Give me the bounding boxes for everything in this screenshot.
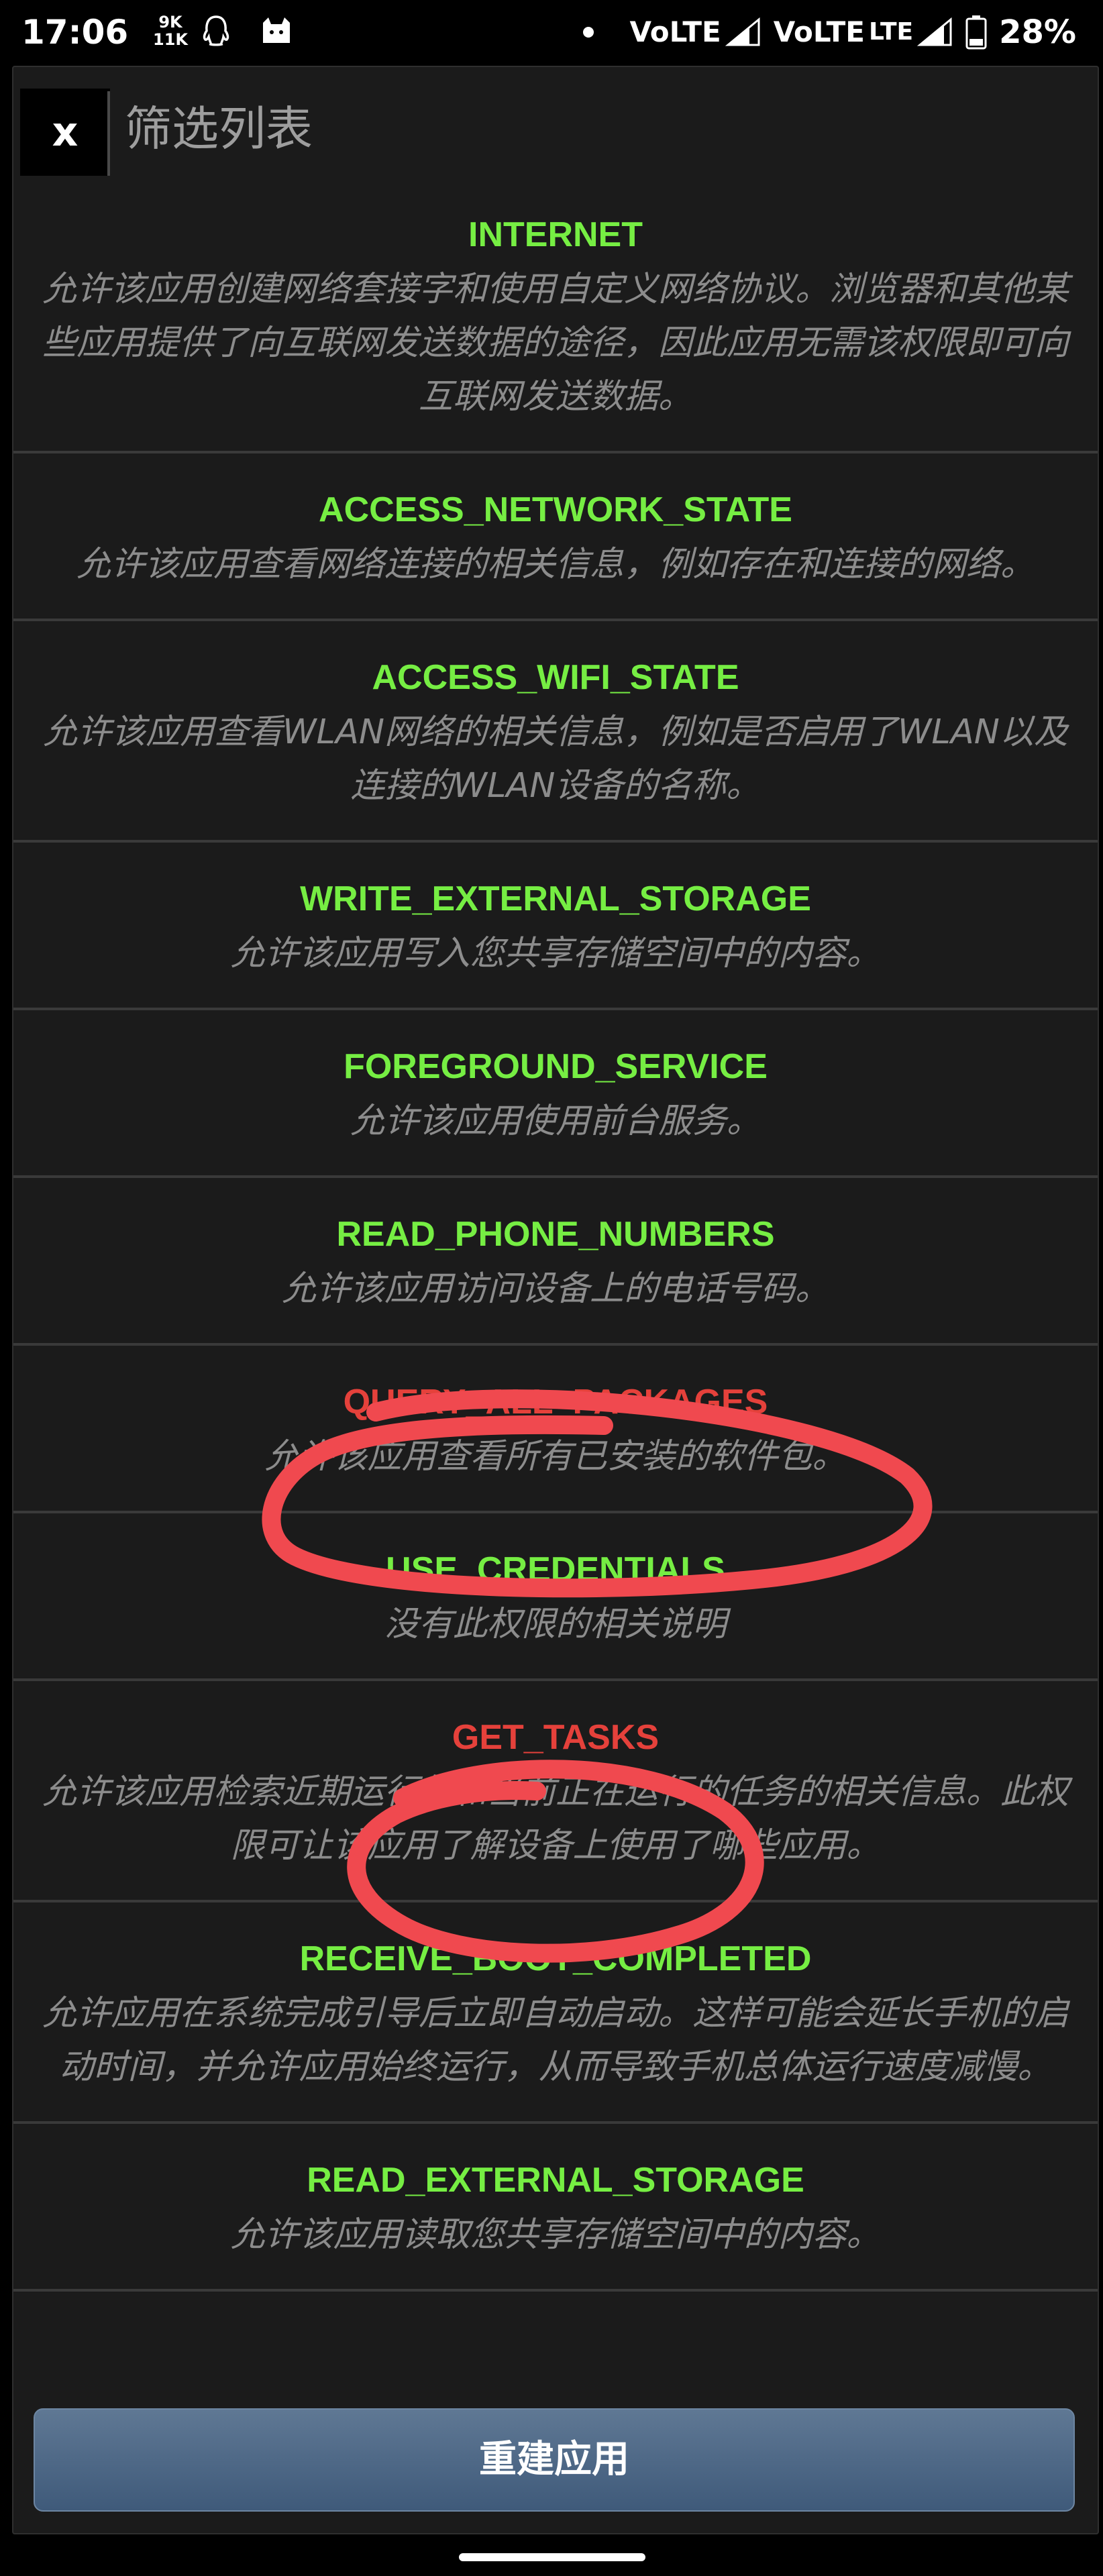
sim1-signal-icon	[725, 17, 760, 46]
battery-icon	[965, 15, 987, 50]
permission-name: INTERNET	[468, 215, 643, 254]
permission-description: 允许该应用访问设备上的电话号码。	[281, 1269, 829, 1309]
permission-description: 允许应用在系统完成引导后立即自动启动。这样可能会延长手机的启动时间，并允许应用始…	[42, 1994, 1069, 2087]
permission-description: 允许该应用使用前台服务。	[350, 1102, 761, 1141]
permission-item[interactable]: WRITE_EXTERNAL_STORAGE 允许该应用写入您共享存储空间中的内…	[13, 843, 1098, 1010]
network-speed-top: 9K	[158, 13, 182, 32]
permission-item[interactable]: ACCESS_NETWORK_STATE 允许该应用查看网络连接的相关信息，例如…	[13, 453, 1098, 621]
sim2-volte-label: VoLTE	[773, 15, 865, 48]
notification-dot	[582, 27, 594, 38]
home-indicator[interactable]	[459, 2553, 645, 2561]
cat-app-notification-icon	[263, 17, 290, 43]
battery-percentage: 28%	[999, 13, 1076, 51]
permission-item[interactable]: RECEIVE_BOOT_COMPLETED 允许应用在系统完成引导后立即自动启…	[13, 1902, 1098, 2124]
network-speed-bottom: 11K	[153, 30, 188, 49]
sim2-signal-icon	[917, 17, 952, 46]
qq-notification-icon	[203, 15, 229, 46]
close-label: x	[52, 109, 78, 156]
filter-list-dialog: x 筛选列表 INTERNET 允许该应用创建网络套接字和使用自定义网络协议。浏…	[12, 66, 1099, 2534]
permission-description: 允许该应用读取您共享存储空间中的内容。	[230, 2215, 881, 2255]
status-bar: 17:06 9K 11K VoLTE VoLTE LTE 28%	[0, 0, 1103, 64]
permission-item[interactable]: READ_PHONE_NUMBERS 允许该应用访问设备上的电话号码。	[13, 1178, 1098, 1346]
permission-name: WRITE_EXTERNAL_STORAGE	[300, 879, 811, 918]
permission-name: RECEIVE_BOOT_COMPLETED	[299, 1939, 812, 1978]
permission-item[interactable]: FOREGROUND_SERVICE 允许该应用使用前台服务。	[13, 1010, 1098, 1178]
permission-name-highlighted: GET_TASKS	[452, 1718, 660, 1757]
permission-list[interactable]: INTERNET 允许该应用创建网络套接字和使用自定义网络协议。浏览器和其他某些…	[13, 178, 1098, 2408]
permission-name-highlighted: QUERY_ALL_PACKAGES	[343, 1383, 768, 1421]
permission-item[interactable]: ACCESS_WIFI_STATE 允许该应用查看WLAN网络的相关信息，例如是…	[13, 621, 1098, 843]
status-right-group: VoLTE VoLTE LTE 28%	[582, 9, 1076, 55]
permission-description: 允许该应用查看所有已安装的软件包。	[264, 1437, 847, 1477]
permission-description: 允许该应用写入您共享存储空间中的内容。	[230, 934, 881, 973]
sim1-volte-label: VoLTE	[629, 15, 721, 48]
permission-name: ACCESS_NETWORK_STATE	[319, 490, 792, 529]
permission-item[interactable]: INTERNET 允许该应用创建网络套接字和使用自定义网络协议。浏览器和其他某些…	[13, 178, 1098, 453]
permission-item-highlighted[interactable]: GET_TASKS 允许该应用检索近期运行的和当前正在运行的任务的相关信息。此权…	[13, 1681, 1098, 1902]
network-type-label: LTE	[868, 18, 914, 46]
permission-description: 允许该应用查看网络连接的相关信息，例如存在和连接的网络。	[76, 545, 1035, 584]
permission-name: READ_PHONE_NUMBERS	[336, 1215, 775, 1254]
dialog-title: 筛选列表	[125, 101, 313, 156]
permission-description: 允许该应用检索近期运行的和当前正在运行的任务的相关信息。此权限可让该应用了解设备…	[42, 1772, 1069, 1866]
header-divider	[107, 91, 110, 176]
permission-name: ACCESS_WIFI_STATE	[372, 658, 739, 697]
network-speed: 9K 11K	[152, 13, 189, 48]
permission-name: READ_EXTERNAL_STORAGE	[307, 2161, 804, 2200]
permission-item[interactable]: USE_CREDENTIALS 没有此权限的相关说明	[13, 1513, 1098, 1681]
sim1-group: VoLTE	[630, 15, 761, 49]
permission-item[interactable]: READ_EXTERNAL_STORAGE 允许该应用读取您共享存储空间中的内容…	[13, 2124, 1098, 2292]
permission-description: 允许该应用创建网络套接字和使用自定义网络协议。浏览器和其他某些应用提供了向互联网…	[42, 270, 1069, 417]
permission-description: 允许该应用查看WLAN网络的相关信息，例如是否启用了WLAN以及连接的WLAN设…	[43, 712, 1068, 806]
rebuild-app-label: 重建应用	[479, 2438, 629, 2481]
rebuild-app-button[interactable]: 重建应用	[34, 2408, 1075, 2512]
permission-name: FOREGROUND_SERVICE	[344, 1047, 768, 1086]
permission-item-highlighted[interactable]: QUERY_ALL_PACKAGES 允许该应用查看所有已安装的软件包。	[13, 1346, 1098, 1513]
dialog-header: x 筛选列表	[13, 67, 1098, 178]
permission-description: 没有此权限的相关说明	[384, 1605, 727, 1644]
permission-name: USE_CREDENTIALS	[386, 1550, 725, 1589]
close-button[interactable]: x	[20, 89, 110, 176]
status-time: 17:06	[21, 13, 129, 52]
sim2-group: VoLTE LTE	[774, 15, 953, 49]
